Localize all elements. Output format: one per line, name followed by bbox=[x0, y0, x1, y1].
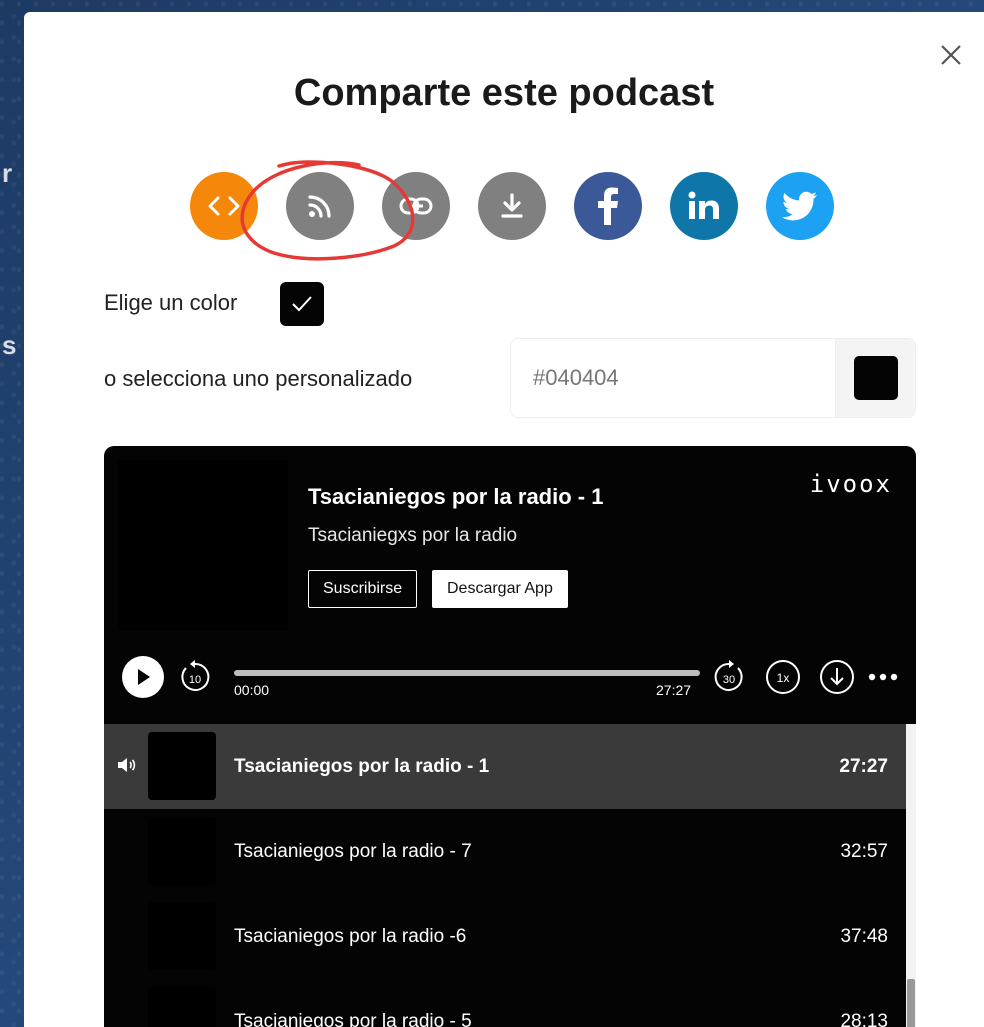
player-download-button[interactable] bbox=[818, 658, 856, 696]
link-icon bbox=[399, 197, 433, 215]
playlist-item-title: Tsacianiegos por la radio - 7 bbox=[234, 841, 472, 862]
twitter-icon bbox=[782, 191, 817, 221]
linkedin-button[interactable] bbox=[670, 172, 738, 240]
color-label: Elige un color bbox=[104, 290, 238, 315]
playlist-item[interactable]: Tsacianiegos por la radio - 5 28:13 bbox=[104, 979, 906, 1027]
speed-icon: 1x bbox=[766, 660, 800, 694]
playlist-item-duration: 27:27 bbox=[839, 756, 888, 777]
episode-thumbnail bbox=[148, 902, 216, 970]
forward-button[interactable]: 30 bbox=[710, 658, 748, 696]
facebook-button[interactable] bbox=[574, 172, 642, 240]
playlist-item-duration: 37:48 bbox=[840, 926, 888, 947]
download-circle-icon bbox=[820, 660, 854, 694]
playlist-item-title: Tsacianiegos por la radio -6 bbox=[234, 926, 467, 947]
playlist-item-duration: 32:57 bbox=[840, 841, 888, 862]
episode-thumbnail bbox=[148, 987, 216, 1027]
play-icon bbox=[138, 669, 150, 685]
check-icon bbox=[292, 296, 312, 312]
podcast-player: ivoox Tsacianiegos por la radio - 1 Tsac… bbox=[104, 446, 916, 1027]
total-time: 27:27 bbox=[656, 682, 692, 698]
podcast-name: Tsacianiegxs por la radio bbox=[308, 525, 518, 546]
brand-logo: ivoox bbox=[809, 470, 892, 498]
episode-title: Tsacianiegos por la radio - 1 bbox=[308, 484, 604, 509]
player-controls: 10 00:00 27:27 30 1x bbox=[104, 646, 916, 708]
podcast-cover bbox=[118, 460, 288, 630]
custom-color-label: o selecciona uno personalizado bbox=[104, 366, 413, 391]
more-options-button[interactable] bbox=[866, 660, 900, 694]
scrollbar-thumb[interactable] bbox=[907, 979, 915, 1027]
download-icon bbox=[501, 193, 523, 218]
episode-playlist: Tsacianiegos por la radio - 1 27:27 Tsac… bbox=[104, 724, 906, 1027]
playlist-item[interactable]: Tsacianiegos por la radio - 7 32:57 bbox=[104, 809, 906, 894]
forward-label: 30 bbox=[723, 674, 735, 686]
close-button[interactable] bbox=[934, 38, 968, 72]
embed-button[interactable] bbox=[190, 172, 258, 240]
color-checkbox[interactable] bbox=[280, 282, 324, 326]
playlist-item-title: Tsacianiegos por la radio - 1 bbox=[234, 756, 490, 777]
playlist-scrollbar[interactable] bbox=[906, 724, 916, 1027]
copy-link-button[interactable] bbox=[382, 172, 450, 240]
episode-thumbnail bbox=[148, 817, 216, 885]
modal-title: Comparte este podcast bbox=[293, 72, 715, 114]
download-button[interactable] bbox=[478, 172, 546, 240]
color-swatch bbox=[853, 356, 898, 400]
color-picker-button[interactable] bbox=[835, 339, 915, 417]
current-time: 00:00 bbox=[234, 682, 270, 698]
close-icon bbox=[941, 45, 961, 65]
background-text-fragment: s bbox=[2, 330, 17, 360]
episode-thumbnail bbox=[148, 732, 216, 800]
share-modal: Comparte este podcast Elige un color o s… bbox=[24, 12, 984, 1027]
rewind-button[interactable]: 10 bbox=[176, 658, 214, 696]
forward-icon: 30 bbox=[714, 660, 743, 691]
background-text-fragment: r bbox=[2, 158, 13, 188]
twitter-button[interactable] bbox=[766, 172, 834, 240]
subscribe-button[interactable]: Suscribirse bbox=[308, 570, 418, 608]
play-button[interactable] bbox=[122, 656, 164, 698]
playlist-item[interactable]: Tsacianiegos por la radio -6 37:48 bbox=[104, 894, 906, 979]
progress-bar[interactable] bbox=[234, 670, 700, 676]
rewind-label: 10 bbox=[189, 674, 201, 686]
custom-color-field bbox=[510, 338, 916, 418]
rss-icon bbox=[308, 195, 331, 218]
speed-label: 1x bbox=[777, 671, 790, 685]
color-hex-input[interactable] bbox=[511, 339, 835, 417]
more-icon bbox=[868, 673, 898, 681]
playlist-item-title: Tsacianiegos por la radio - 5 bbox=[234, 1011, 472, 1027]
speaker-icon bbox=[116, 756, 136, 779]
rss-button[interactable] bbox=[286, 172, 354, 240]
playlist-item[interactable]: Tsacianiegos por la radio - 1 27:27 bbox=[104, 724, 906, 809]
linkedin-icon bbox=[688, 191, 719, 219]
playlist-item-duration: 28:13 bbox=[840, 1011, 888, 1027]
rewind-icon: 10 bbox=[181, 660, 210, 691]
speed-button[interactable]: 1x bbox=[764, 658, 802, 696]
embed-icon bbox=[208, 196, 240, 216]
download-app-button[interactable]: Descargar App bbox=[432, 570, 568, 608]
facebook-icon bbox=[598, 187, 618, 225]
share-options bbox=[190, 172, 834, 240]
